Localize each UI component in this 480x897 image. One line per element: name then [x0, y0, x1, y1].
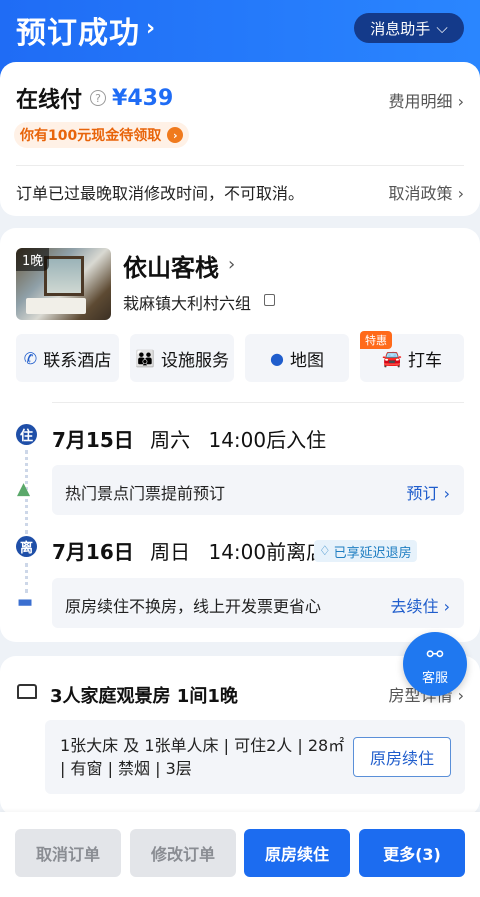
- checkout-weekday: 周日: [150, 540, 191, 564]
- checkout-badge: 离: [16, 536, 37, 557]
- bed-icon: [17, 684, 37, 699]
- payment-summary: 在线付 ? ¥439: [16, 82, 173, 114]
- facilities-button[interactable]: 👪 设施服务: [130, 334, 234, 382]
- contact-hotel-button[interactable]: ✆ 联系酒店: [16, 334, 119, 382]
- renew-button[interactable]: 原房续住: [244, 829, 350, 877]
- copy-icon[interactable]: [264, 294, 275, 306]
- room-title: 3人家庭观景房 1间1晚: [50, 686, 238, 707]
- renew-promo[interactable]: 原房续住不换房，线上开发票更省心 去续住 ›: [52, 578, 464, 628]
- assistant-label: 消息助手: [370, 19, 431, 38]
- message-assistant-button[interactable]: 消息助手 ⌵: [354, 13, 464, 43]
- promo-tag: 特惠: [360, 331, 392, 349]
- checkin-badge: 住: [16, 424, 37, 445]
- hotel-name[interactable]: 依山客栈: [123, 248, 219, 283]
- arrow-right-icon: ›: [167, 127, 184, 143]
- chevron-down-icon: ⌵: [436, 19, 448, 37]
- photo-window: [44, 256, 84, 296]
- map-label: 地图: [289, 350, 324, 371]
- checkin-date: 7月15日: [52, 428, 134, 452]
- checkout-date: 7月16日: [52, 540, 134, 564]
- checkin-time: 14:00后入住: [208, 428, 327, 452]
- timeline-connector: [25, 563, 28, 593]
- ticket-book-link[interactable]: 预订 ›: [407, 480, 451, 504]
- room-detail-text: 1张大床 及 1张单人床 | 可住2人 | 28㎡ | 有窗 | 禁烟 | 3层: [60, 736, 345, 778]
- diamond-icon: ♢: [319, 543, 331, 559]
- renew-link[interactable]: 去续住 ›: [391, 593, 451, 617]
- customer-service-label: 客服: [421, 670, 448, 686]
- room-detail-box: 1张大床 及 1张单人床 | 可住2人 | 28㎡ | 有窗 | 禁烟 | 3层…: [45, 720, 465, 794]
- people-icon: 👪: [135, 348, 155, 368]
- hotel-address: 栽麻镇大利村六组: [123, 294, 252, 313]
- header: 预订成功 › 消息助手 ⌵: [0, 0, 480, 58]
- more-button[interactable]: 更多(3): [359, 829, 465, 877]
- nights-badge: 1晚: [16, 248, 50, 271]
- cash-reward-badge[interactable]: 你有100元现金待领取 ›: [14, 122, 190, 148]
- phone-icon: ✆: [23, 348, 38, 368]
- map-button[interactable]: ● 地图: [245, 334, 349, 382]
- hotel-photo[interactable]: 1晚: [16, 248, 111, 320]
- ticket-promo-text: 热门景点门票提前预订: [65, 484, 226, 503]
- facilities-label: 设施服务: [160, 350, 229, 371]
- customer-service-button[interactable]: ⚯ 客服: [403, 632, 467, 696]
- taxi-label: 打车: [407, 350, 442, 371]
- location-pin-icon: ●: [270, 348, 284, 368]
- car-icon: 🚘: [382, 348, 402, 368]
- page-title: 预订成功: [16, 16, 140, 51]
- hotel-card: 1晚 依山客栈 › 栽麻镇大利村六组 ✆ 联系酒店 👪 设施服务 ● 地图 特惠…: [0, 228, 480, 642]
- payment-method: 在线付: [16, 88, 83, 113]
- cancel-policy-link[interactable]: 取消政策 ›: [389, 180, 465, 204]
- mountain-icon: ▲: [17, 479, 31, 499]
- cancel-order-button[interactable]: 取消订单: [15, 829, 121, 877]
- chevron-right-icon[interactable]: ›: [228, 254, 235, 275]
- fee-detail-link[interactable]: 费用明细 ›: [389, 88, 465, 112]
- renew-promo-text: 原房续住不换房，线上开发票更省心: [65, 597, 322, 616]
- ticket-promo[interactable]: 热门景点门票提前预订 预订 ›: [52, 465, 464, 515]
- late-checkout-text: 已享延迟退房: [333, 545, 412, 561]
- late-checkout-badge: ♢ 已享延迟退房: [314, 540, 417, 562]
- chat-icon: ⚯: [426, 641, 444, 666]
- checkout-time: 14:00前离店: [208, 540, 327, 564]
- checkin-info: 7月15日 周六 14:00后入住: [52, 424, 326, 453]
- price-value: ¥439: [112, 85, 174, 111]
- divider: [16, 165, 464, 166]
- checkout-info: 7月16日 周日 14:00前离店: [52, 536, 326, 565]
- bed-icon: ▬: [17, 592, 34, 612]
- help-icon[interactable]: ?: [90, 90, 107, 106]
- renew-room-button[interactable]: 原房续住: [353, 737, 451, 777]
- payment-card: 在线付 ? ¥439 费用明细 › 你有100元现金待领取 › 订单已过最晚取消…: [0, 62, 480, 216]
- divider: [52, 402, 464, 403]
- title-chevron-icon[interactable]: ›: [146, 16, 155, 41]
- cancel-note: 订单已过最晚取消修改时间，不可取消。: [16, 184, 305, 203]
- checkin-weekday: 周六: [150, 428, 191, 452]
- bottom-action-bar: 取消订单 修改订单 原房续住 更多(3): [0, 812, 480, 897]
- modify-order-button[interactable]: 修改订单: [130, 829, 236, 877]
- photo-bed: [26, 298, 86, 314]
- cash-reward-text: 你有100元现金待领取: [20, 128, 162, 144]
- contact-hotel-label: 联系酒店: [43, 350, 112, 371]
